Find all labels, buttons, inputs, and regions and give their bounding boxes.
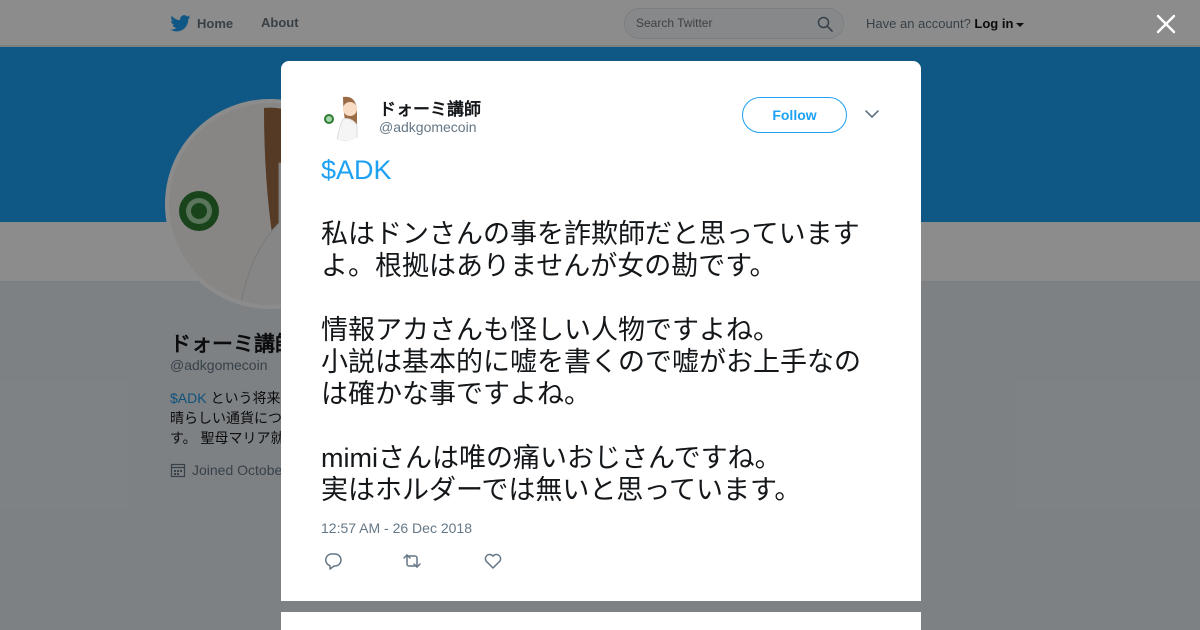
tweet-cashtag-link[interactable]: $ADK (321, 155, 392, 185)
tweet-author-handle[interactable]: @adkgomecoin (379, 119, 477, 135)
avatar-illustration-small (321, 93, 369, 141)
tweet-modal: ドォーミ講師 @adkgomecoin Follow $ADK 私はドンさんの事… (281, 61, 921, 601)
tweet-author-avatar[interactable] (321, 93, 369, 141)
reply-icon[interactable] (323, 552, 343, 570)
heart-icon[interactable] (483, 552, 503, 570)
tweet-author-name[interactable]: ドォーミ講師 (379, 95, 481, 120)
close-icon[interactable] (1155, 13, 1177, 35)
retweet-icon[interactable] (402, 552, 422, 570)
tweet-timestamp[interactable]: 12:57 AM - 26 Dec 2018 (321, 520, 472, 536)
follow-button[interactable]: Follow (742, 97, 847, 133)
chevron-down-icon[interactable] (864, 108, 880, 120)
modal-replies-area (281, 612, 921, 630)
tweet-body: 私はドンさんの事を詐欺師だと思っていますよ。根拠はありませんが女の勘です。 情報… (321, 219, 861, 505)
tweet-text: $ADK 私はドンさんの事を詐欺師だと思っていますよ。根拠はありませんが女の勘で… (321, 154, 886, 506)
